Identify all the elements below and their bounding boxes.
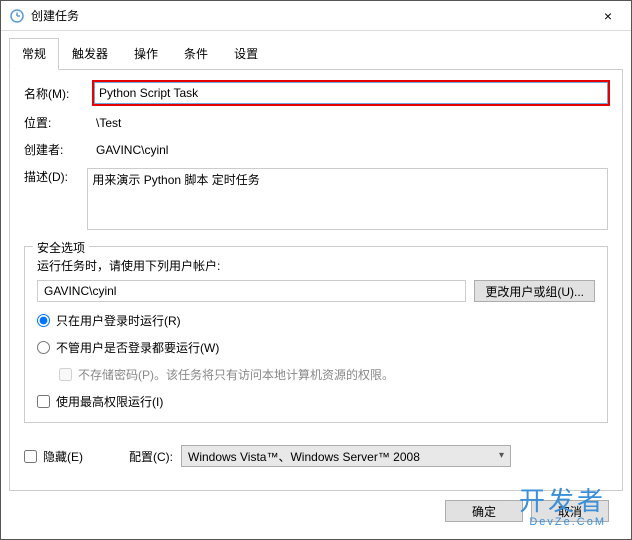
bottom-row: 隐藏(E) 配置(C): Windows Vista™、Windows Serv… — [24, 445, 608, 467]
tab-triggers[interactable]: 触发器 — [59, 38, 121, 70]
description-row: 描述(D): 用来演示 Python 脚本 定时任务 — [24, 168, 608, 230]
creator-label: 创建者: — [24, 141, 84, 158]
radio-any-label: 不管用户是否登录都要运行(W) — [56, 339, 219, 356]
name-input[interactable] — [94, 82, 608, 104]
highest-priv-row[interactable]: 使用最高权限运行(I) — [37, 393, 595, 410]
security-options-group: 安全选项 运行任务时，请使用下列用户帐户: GAVINC\cyinl 更改用户或… — [24, 246, 608, 423]
radio-any-row[interactable]: 不管用户是否登录都要运行(W) — [37, 339, 595, 356]
radio-logged-on[interactable] — [37, 314, 50, 327]
change-user-button[interactable]: 更改用户或组(U)... — [474, 280, 595, 302]
close-icon: × — [604, 8, 612, 24]
tab-general[interactable]: 常规 — [9, 38, 59, 70]
close-button[interactable]: × — [585, 1, 631, 31]
tab-actions[interactable]: 操作 — [121, 38, 171, 70]
highest-priv-checkbox[interactable] — [37, 395, 50, 408]
creator-row: 创建者: GAVINC\cyinl — [24, 141, 608, 158]
location-row: 位置: \Test — [24, 114, 608, 131]
name-row: 名称(M): — [24, 82, 608, 104]
config-value: Windows Vista™、Windows Server™ 2008 — [188, 450, 420, 464]
titlebar: 创建任务 × — [1, 1, 631, 31]
no-store-password-label: 不存储密码(P)。该任务将只有访问本地计算机资源的权限。 — [78, 366, 394, 383]
radio-any[interactable] — [37, 341, 50, 354]
config-select[interactable]: Windows Vista™、Windows Server™ 2008 ▾ — [181, 445, 511, 467]
location-value: \Test — [94, 116, 608, 130]
name-label: 名称(M): — [24, 85, 84, 102]
account-display: GAVINC\cyinl — [37, 280, 466, 302]
tab-strip: 常规 触发器 操作 条件 设置 — [9, 37, 623, 70]
dialog-footer: 确定 取消 — [9, 491, 623, 531]
tab-conditions[interactable]: 条件 — [171, 38, 221, 70]
cancel-button[interactable]: 取消 — [531, 500, 609, 522]
dialog-body: 常规 触发器 操作 条件 设置 名称(M): 位置: \Test 创建者: GA… — [1, 31, 631, 539]
tab-content-general: 名称(M): 位置: \Test 创建者: GAVINC\cyinl 描述(D)… — [9, 70, 623, 491]
hidden-row[interactable]: 隐藏(E) — [24, 448, 83, 465]
no-store-password-checkbox — [59, 368, 72, 381]
hidden-checkbox[interactable] — [24, 450, 37, 463]
description-input[interactable]: 用来演示 Python 脚本 定时任务 — [87, 168, 608, 230]
window-title: 创建任务 — [31, 7, 585, 24]
config-label: 配置(C): — [129, 448, 173, 465]
create-task-window: 创建任务 × 常规 触发器 操作 条件 设置 名称(M): 位置: \Test … — [0, 0, 632, 540]
account-row: GAVINC\cyinl 更改用户或组(U)... — [37, 280, 595, 302]
highest-priv-label: 使用最高权限运行(I) — [56, 393, 163, 410]
location-label: 位置: — [24, 114, 84, 131]
name-highlight — [94, 82, 608, 104]
security-legend: 安全选项 — [33, 239, 89, 256]
radio-logged-on-row[interactable]: 只在用户登录时运行(R) — [37, 312, 595, 329]
security-prompt: 运行任务时，请使用下列用户帐户: — [37, 257, 595, 274]
description-label: 描述(D): — [24, 168, 77, 185]
chevron-down-icon: ▾ — [499, 450, 504, 461]
creator-value: GAVINC\cyinl — [94, 143, 608, 157]
ok-button[interactable]: 确定 — [445, 500, 523, 522]
app-icon — [9, 8, 25, 24]
radio-logged-on-label: 只在用户登录时运行(R) — [56, 312, 181, 329]
no-store-password-row: 不存储密码(P)。该任务将只有访问本地计算机资源的权限。 — [59, 366, 595, 383]
tab-settings[interactable]: 设置 — [221, 38, 271, 70]
hidden-label: 隐藏(E) — [43, 448, 83, 465]
